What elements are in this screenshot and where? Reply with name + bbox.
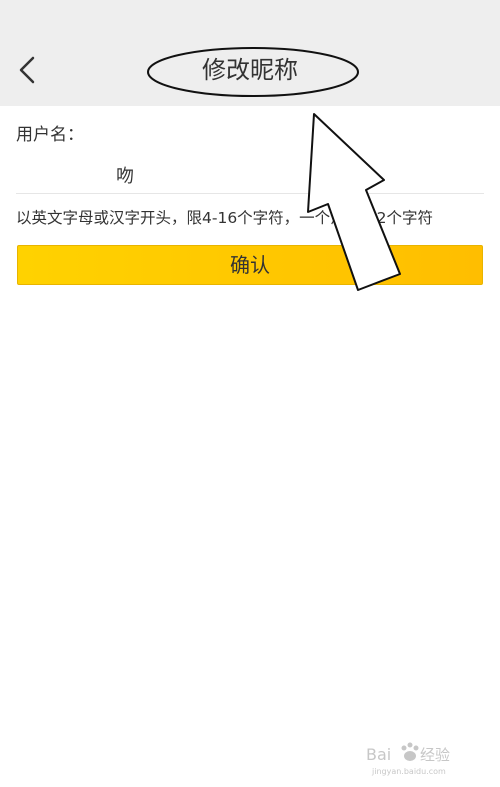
baidu-watermark-logo: Bai 经验 jingyan.baidu.com [366, 742, 450, 776]
nickname-input[interactable] [16, 158, 482, 192]
svg-text:jingyan.baidu.com: jingyan.baidu.com [371, 767, 446, 776]
nickname-hint: 以英文字母或汉字开头，限4-16个字符，一个汉字为2个字符 [16, 209, 434, 227]
username-label: 用户名： [16, 125, 84, 145]
confirm-button[interactable]: 确认 [17, 245, 483, 285]
page: 修改昵称 用户名： 以英文字母或汉字开头，限4-16个字符，一个汉字为2个字符 … [0, 0, 500, 787]
page-title: 修改昵称 [202, 56, 298, 84]
divider [16, 193, 484, 194]
svg-text:Bai: Bai [366, 745, 391, 764]
svg-text:经验: 经验 [420, 746, 450, 764]
app-header: 修改昵称 [0, 0, 500, 106]
